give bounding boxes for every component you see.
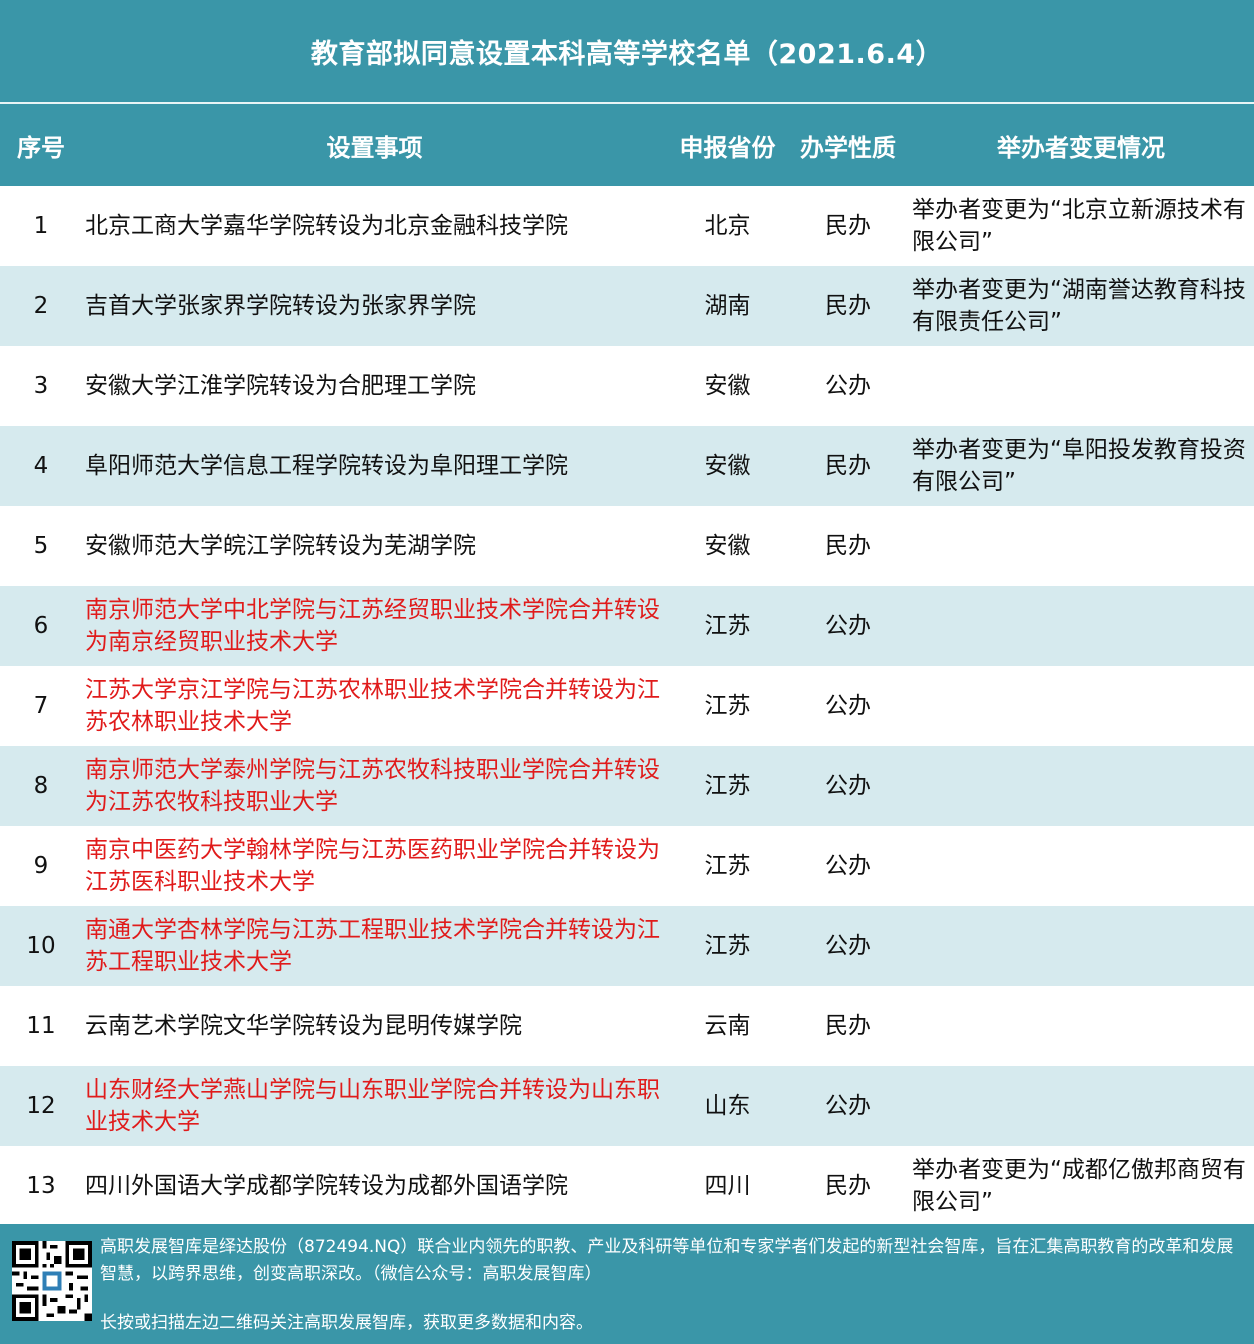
row-province: 江苏 — [667, 610, 788, 642]
row-item: 吉首大学张家界学院转设为张家界学院 — [82, 290, 667, 322]
table-row: 3安徽大学江淮学院转设为合肥理工学院安徽公办 — [0, 346, 1254, 426]
row-number: 11 — [0, 1010, 82, 1042]
table-row: 8南京师范大学泰州学院与江苏农牧科技职业学院合并转设为江苏农牧科技职业大学江苏公… — [0, 746, 1254, 826]
row-number: 9 — [0, 850, 82, 882]
row-number: 8 — [0, 770, 82, 802]
page-title: 教育部拟同意设置本科高等学校名单（2021.6.4） — [0, 0, 1254, 104]
row-type: 民办 — [788, 210, 908, 242]
qr-code-icon[interactable] — [12, 1241, 92, 1321]
row-province: 云南 — [667, 1010, 788, 1042]
row-province: 山东 — [667, 1090, 788, 1122]
row-number: 10 — [0, 930, 82, 962]
row-note: 举办者变更为“阜阳投发教育投资有限公司” — [908, 434, 1254, 498]
row-type: 公办 — [788, 610, 908, 642]
footer-description: 高职发展智库是绎达股份（872494.NQ）联合业内领先的职教、产业及科研等单位… — [100, 1234, 1248, 1288]
row-number: 6 — [0, 610, 82, 642]
row-type: 公办 — [788, 370, 908, 402]
header-item: 设置事项 — [82, 128, 667, 163]
row-type: 民办 — [788, 1010, 908, 1042]
row-number: 7 — [0, 690, 82, 722]
row-type: 公办 — [788, 690, 908, 722]
row-province: 江苏 — [667, 690, 788, 722]
row-item: 南通大学杏林学院与江苏工程职业技术学院合并转设为江苏工程职业技术大学 — [82, 914, 667, 978]
row-province: 北京 — [667, 210, 788, 242]
row-item: 北京工商大学嘉华学院转设为北京金融科技学院 — [82, 210, 667, 242]
row-number: 4 — [0, 450, 82, 482]
row-item: 南京师范大学泰州学院与江苏农牧科技职业学院合并转设为江苏农牧科技职业大学 — [82, 754, 667, 818]
row-province: 江苏 — [667, 850, 788, 882]
row-type: 民办 — [788, 530, 908, 562]
row-number: 5 — [0, 530, 82, 562]
table-row: 7江苏大学京江学院与江苏农林职业技术学院合并转设为江苏农林职业技术大学江苏公办 — [0, 666, 1254, 746]
row-number: 12 — [0, 1090, 82, 1122]
table-row: 11云南艺术学院文华学院转设为昆明传媒学院云南民办 — [0, 986, 1254, 1066]
row-type: 民办 — [788, 290, 908, 322]
row-type: 民办 — [788, 450, 908, 482]
row-item: 南京师范大学中北学院与江苏经贸职业技术学院合并转设为南京经贸职业技术大学 — [82, 594, 667, 658]
table-row: 13四川外国语大学成都学院转设为成都外国语学院四川民办举办者变更为“成都亿傲邦商… — [0, 1146, 1254, 1226]
table-row: 5安徽师范大学皖江学院转设为芜湖学院安徽民办 — [0, 506, 1254, 586]
row-note: 举办者变更为“北京立新源技术有限公司” — [908, 194, 1254, 258]
table-row: 10南通大学杏林学院与江苏工程职业技术学院合并转设为江苏工程职业技术大学江苏公办 — [0, 906, 1254, 986]
table-row: 1北京工商大学嘉华学院转设为北京金融科技学院北京民办举办者变更为“北京立新源技术… — [0, 186, 1254, 266]
header-note: 举办者变更情况 — [908, 128, 1254, 163]
table-row: 4阜阳师范大学信息工程学院转设为阜阳理工学院安徽民办举办者变更为“阜阳投发教育投… — [0, 426, 1254, 506]
row-item: 安徽师范大学皖江学院转设为芜湖学院 — [82, 530, 667, 562]
table-header: 序号 设置事项 申报省份 办学性质 举办者变更情况 — [0, 104, 1254, 186]
row-number: 2 — [0, 290, 82, 322]
row-province: 湖南 — [667, 290, 788, 322]
row-item: 南京中医药大学翰林学院与江苏医药职业学院合并转设为江苏医科职业技术大学 — [82, 834, 667, 898]
row-item: 四川外国语大学成都学院转设为成都外国语学院 — [82, 1170, 667, 1202]
row-note: 举办者变更为“成都亿傲邦商贸有限公司” — [908, 1154, 1254, 1218]
footer: 高职发展智库是绎达股份（872494.NQ）联合业内领先的职教、产业及科研等单位… — [0, 1224, 1254, 1344]
row-province: 安徽 — [667, 450, 788, 482]
row-type: 公办 — [788, 770, 908, 802]
row-number: 1 — [0, 210, 82, 242]
header-num: 序号 — [0, 128, 82, 163]
row-type: 公办 — [788, 1090, 908, 1122]
row-province: 安徽 — [667, 370, 788, 402]
table-row: 6南京师范大学中北学院与江苏经贸职业技术学院合并转设为南京经贸职业技术大学江苏公… — [0, 586, 1254, 666]
row-item: 阜阳师范大学信息工程学院转设为阜阳理工学院 — [82, 450, 667, 482]
table-body: 1北京工商大学嘉华学院转设为北京金融科技学院北京民办举办者变更为“北京立新源技术… — [0, 186, 1254, 1226]
row-number: 3 — [0, 370, 82, 402]
row-type: 公办 — [788, 850, 908, 882]
row-item: 云南艺术学院文华学院转设为昆明传媒学院 — [82, 1010, 667, 1042]
table-row: 9南京中医药大学翰林学院与江苏医药职业学院合并转设为江苏医科职业技术大学江苏公办 — [0, 826, 1254, 906]
header-type: 办学性质 — [788, 128, 908, 163]
row-type: 公办 — [788, 930, 908, 962]
footer-cta: 长按或扫描左边二维码关注高职发展智库，获取更多数据和内容。 — [100, 1310, 1248, 1337]
row-province: 江苏 — [667, 770, 788, 802]
table-row: 2吉首大学张家界学院转设为张家界学院湖南民办举办者变更为“湖南誉达教育科技有限责… — [0, 266, 1254, 346]
row-item: 山东财经大学燕山学院与山东职业学院合并转设为山东职业技术大学 — [82, 1074, 667, 1138]
row-province: 安徽 — [667, 530, 788, 562]
row-item: 安徽大学江淮学院转设为合肥理工学院 — [82, 370, 667, 402]
page: 教育部拟同意设置本科高等学校名单（2021.6.4） 序号 设置事项 申报省份 … — [0, 0, 1254, 1344]
row-note: 举办者变更为“湖南誉达教育科技有限责任公司” — [908, 274, 1254, 338]
row-province: 江苏 — [667, 930, 788, 962]
row-number: 13 — [0, 1170, 82, 1202]
row-type: 民办 — [788, 1170, 908, 1202]
header-province: 申报省份 — [667, 128, 788, 163]
row-item: 江苏大学京江学院与江苏农林职业技术学院合并转设为江苏农林职业技术大学 — [82, 674, 667, 738]
row-province: 四川 — [667, 1170, 788, 1202]
table-row: 12山东财经大学燕山学院与山东职业学院合并转设为山东职业技术大学山东公办 — [0, 1066, 1254, 1146]
